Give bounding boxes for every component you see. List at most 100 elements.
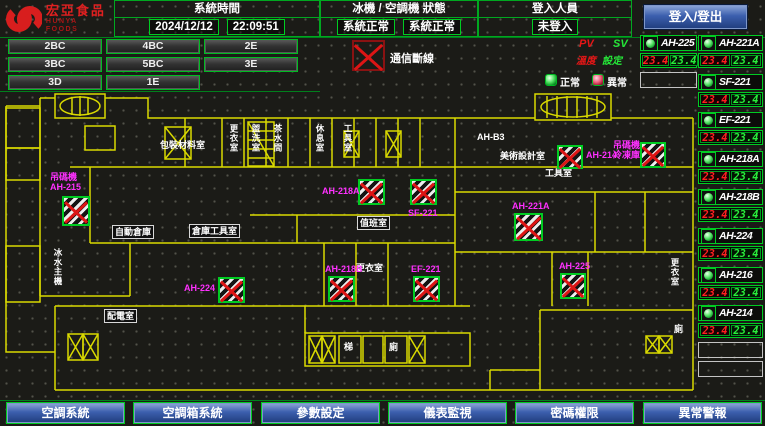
system-time-title: 系統時間 [115,1,319,18]
room-label: 盥洗室 [251,124,261,153]
hmi-screen: 宏亞食品 HUNYA FOODS 系統時間 2024/12/12 22:09:5… [0,0,765,426]
equipment-AH-216[interactable]: AH-216 [698,267,763,283]
footer-button-密碼權限[interactable]: 密碼權限 [515,402,634,424]
pv-value: 23.4 [700,248,730,259]
device-EF-221[interactable] [413,276,440,302]
login-title: 登入人員 [479,1,631,18]
equipment-name: AH-216 [719,269,752,281]
pv-value: 23.4 [700,325,730,336]
equipment-values-AH-221A: 23.423.4 [698,53,763,68]
equipment-values-AH-218B: 23.423.4 [698,207,763,222]
sv-sub-header: 設定 [602,52,622,67]
device-label: SF-221 [408,208,438,218]
device-AH-214[interactable] [557,145,583,169]
room-label: 值班室 [357,216,390,230]
status-led-icon [701,306,716,321]
equipment-AH-225[interactable]: AH-225 [640,35,697,51]
floor-button-2E[interactable]: 2E [204,39,298,54]
equipment-name: EF-221 [719,114,750,126]
abnormal-led-icon [592,74,604,86]
system-date: 2024/12/12 [149,19,219,35]
pv-value: 23.4 [700,132,730,143]
sv-header: SV [613,38,628,50]
status-led-icon [701,268,716,283]
status-led-icon [701,190,716,205]
device-label: AH-225 [559,261,590,271]
equipment-name: AH-225 [661,37,694,49]
room-label: 包裝材料室 [160,140,205,150]
device-label: 吊碼機 [50,172,77,182]
device-label: AH-224 [184,283,215,293]
equipment-SF-221[interactable]: SF-221 [698,74,763,90]
equipment-AH-224[interactable]: AH-224 [698,228,763,244]
footer-button-空調箱系統[interactable]: 空調箱系統 [133,402,252,424]
floor-button-1E[interactable]: 1E [106,75,200,90]
footer-button-儀表監視[interactable]: 儀表監視 [388,402,507,424]
footer-button-異常警報[interactable]: 異常警報 [643,402,762,424]
device-冷凍庫吊碼機[interactable] [640,142,666,168]
device-label: AH-218A [322,186,360,196]
equipment-values-AH-214: 23.423.4 [698,323,763,338]
login-logout-button[interactable]: 登入/登出 [643,4,748,30]
equipment-values-AH-225: 23.423.4 [640,53,697,68]
device-label: EF-221 [411,264,441,274]
equipment-AH-218A[interactable]: AH-218A [698,151,763,167]
footer-button-參數設定[interactable]: 參數設定 [261,402,380,424]
device-AH-221A[interactable] [514,213,543,241]
room-label: 自動倉庫 [112,225,154,239]
floor-button-5BC[interactable]: 5BC [106,57,200,72]
equipment-EF-221[interactable]: EF-221 [698,112,763,128]
device-label: 冷凍庫 [613,150,640,160]
comm-loss-label: 通信斷線 [390,50,434,66]
footer-button-空調系統[interactable]: 空調系統 [6,402,125,424]
device-AH-225[interactable] [560,273,586,299]
sv-value: 23.4 [731,209,761,220]
equipment-name: AH-224 [719,230,752,242]
room-label: 倉庫工具室 [189,224,240,238]
system-clock: 22:09:51 [227,19,285,35]
button-area-divider [0,91,320,92]
equipment-name: AH-218A [719,153,759,165]
floor-button-4BC[interactable]: 4BC [106,39,200,54]
pv-value: 23.4 [700,55,730,66]
room-label: AH-B3 [477,132,505,142]
device-SF-221[interactable] [410,179,437,205]
floor-button-3BC[interactable]: 3BC [8,57,102,72]
equipment-name: AH-218B [719,191,759,203]
status-led-icon [701,229,716,244]
room-label: 工具室 [545,168,572,178]
equipment-empty-slot [698,361,763,377]
room-label: 休息室 [315,124,325,153]
machine-status-title: 冰機 / 空調機 狀態 [321,1,477,18]
floor-button-3D[interactable]: 3D [8,75,102,90]
normal-label: 正常 [560,74,580,89]
pv-header: PV [579,38,594,50]
device-AH-215[interactable] [62,196,90,226]
brand-logo: 宏亞食品 HUNYA FOODS [0,0,113,37]
device-AH-224[interactable] [218,277,245,303]
floor-button-3E[interactable]: 3E [204,57,298,72]
login-panel: 登入人員 未登入 [478,0,632,37]
sv-value: 23.4 [731,55,761,66]
equipment-values-SF-221: 23.423.4 [698,92,763,107]
equipment-AH-214[interactable]: AH-214 [698,305,763,321]
pv-sub-header: 溫度 [576,52,596,67]
equipment-empty-slot [698,342,763,358]
room-label: 廁 [389,342,398,352]
room-label: 更衣室 [670,258,680,287]
device-AH-218A[interactable] [358,179,385,205]
sv-value: 23.4 [731,94,761,105]
room-label: 工具室 [343,124,353,153]
equipment-empty-slot [640,72,697,88]
equipment-values-AH-224: 23.423.4 [698,246,763,261]
sv-value: 23.4 [670,55,697,66]
equipment-AH-221A[interactable]: AH-221A [698,35,763,51]
abnormal-label: 異常 [607,74,627,89]
pv-value: 23.4 [700,171,730,182]
equipment-AH-218B[interactable]: AH-218B [698,189,763,205]
pv-value: 23.4 [700,287,730,298]
floor-button-2BC[interactable]: 2BC [8,39,102,54]
room-label: 更衣室 [229,124,239,153]
machine-status-panel: 冰機 / 空調機 狀態 系統正常 系統正常 [320,0,478,37]
device-AH-218B[interactable] [328,276,355,302]
